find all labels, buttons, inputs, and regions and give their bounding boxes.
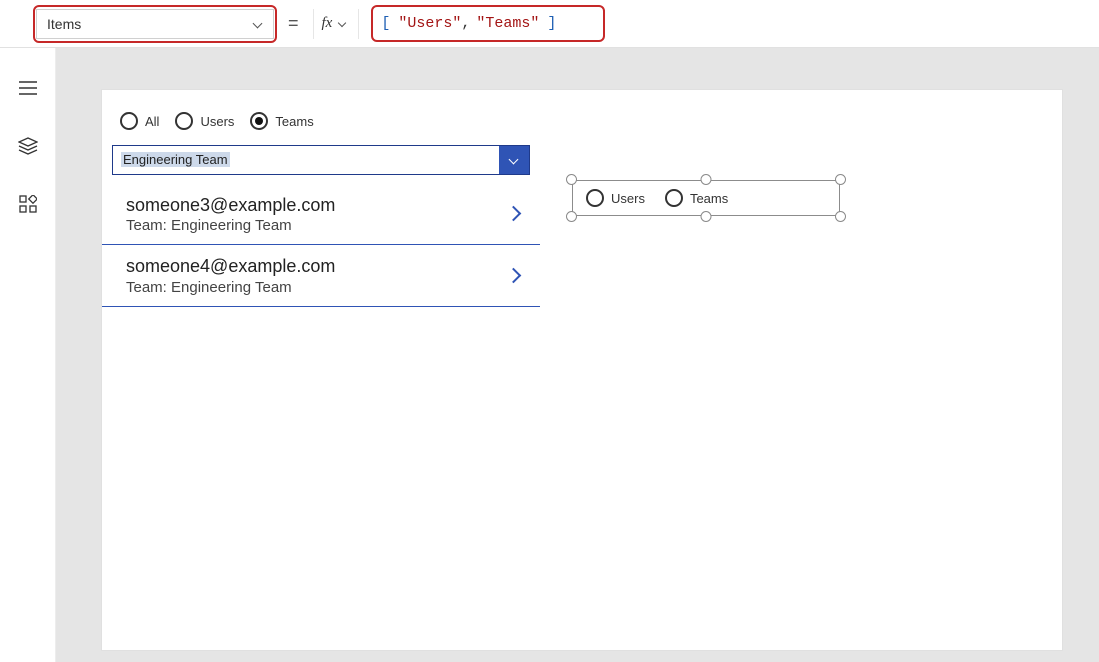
radio-icon xyxy=(665,189,683,207)
formula-code: [ "Users" , "Teams" ] xyxy=(375,13,562,34)
team-dropdown[interactable]: Engineering Team xyxy=(112,145,530,175)
main: All Users Teams Engineering Team xyxy=(0,48,1099,662)
chevron-right-icon xyxy=(506,206,522,222)
property-name: Items xyxy=(47,16,81,32)
radio-users[interactable]: Users xyxy=(586,189,645,207)
radio-all[interactable]: All xyxy=(120,112,159,130)
list-item-secondary: Team: Engineering Team xyxy=(126,217,335,234)
fx-button[interactable]: fx xyxy=(313,9,360,39)
left-rail xyxy=(0,48,56,662)
canvas-area[interactable]: All Users Teams Engineering Team xyxy=(56,48,1099,662)
chevron-down-icon xyxy=(509,155,519,165)
radio-icon xyxy=(250,112,268,130)
radio-icon xyxy=(586,189,604,207)
apps-icon[interactable] xyxy=(16,192,40,216)
resize-handle[interactable] xyxy=(566,174,577,185)
radio-label: Users xyxy=(200,114,234,129)
radio-label: Teams xyxy=(690,191,728,206)
radio-label: All xyxy=(145,114,159,129)
chevron-down-icon xyxy=(338,19,348,29)
property-dropdown[interactable]: Items xyxy=(36,9,274,39)
layers-icon[interactable] xyxy=(16,134,40,158)
list-item-texts: someone3@example.com Team: Engineering T… xyxy=(126,194,335,234)
chevron-down-icon xyxy=(253,19,263,29)
list-item-texts: someone4@example.com Team: Engineering T… xyxy=(126,255,335,295)
radio-label: Users xyxy=(611,191,645,206)
equals-label: = xyxy=(284,13,303,34)
formula-bar: Items = fx [ "Users" , "Teams" ] xyxy=(0,0,1099,48)
list-item-primary: someone4@example.com xyxy=(126,255,335,278)
chevron-right-icon xyxy=(506,268,522,284)
radio-icon xyxy=(175,112,193,130)
token-bracket: [ xyxy=(379,15,392,32)
list-item-primary: someone3@example.com xyxy=(126,194,335,217)
resize-handle[interactable] xyxy=(835,174,846,185)
dropdown-value: Engineering Team xyxy=(113,151,499,169)
radio-teams[interactable]: Teams xyxy=(665,189,728,207)
dropdown-button[interactable] xyxy=(499,146,529,174)
resize-handle[interactable] xyxy=(701,174,712,185)
resize-handle[interactable] xyxy=(566,211,577,222)
formula-input[interactable]: [ "Users" , "Teams" ] xyxy=(369,9,1089,39)
app-screen[interactable]: All Users Teams Engineering Team xyxy=(102,90,1062,650)
token-bracket: ] xyxy=(545,15,558,32)
token-comma: , xyxy=(461,15,470,32)
results-list: someone3@example.com Team: Engineering T… xyxy=(102,184,540,307)
fx-icon: fx xyxy=(322,15,333,32)
resize-handle[interactable] xyxy=(701,211,712,222)
list-item-secondary: Team: Engineering Team xyxy=(126,279,335,296)
resize-handle[interactable] xyxy=(835,211,846,222)
filter-radio-group: All Users Teams xyxy=(120,112,320,130)
radio-icon xyxy=(120,112,138,130)
list-item[interactable]: someone3@example.com Team: Engineering T… xyxy=(102,184,540,245)
radio-users[interactable]: Users xyxy=(175,112,234,130)
token-string: "Users" xyxy=(398,15,461,32)
hamburger-icon[interactable] xyxy=(16,76,40,100)
radio-teams[interactable]: Teams xyxy=(250,112,313,130)
radio-label: Teams xyxy=(275,114,313,129)
selected-control[interactable]: Users Teams xyxy=(564,172,848,224)
list-item[interactable]: someone4@example.com Team: Engineering T… xyxy=(102,245,540,306)
token-string: "Teams" xyxy=(476,15,539,32)
